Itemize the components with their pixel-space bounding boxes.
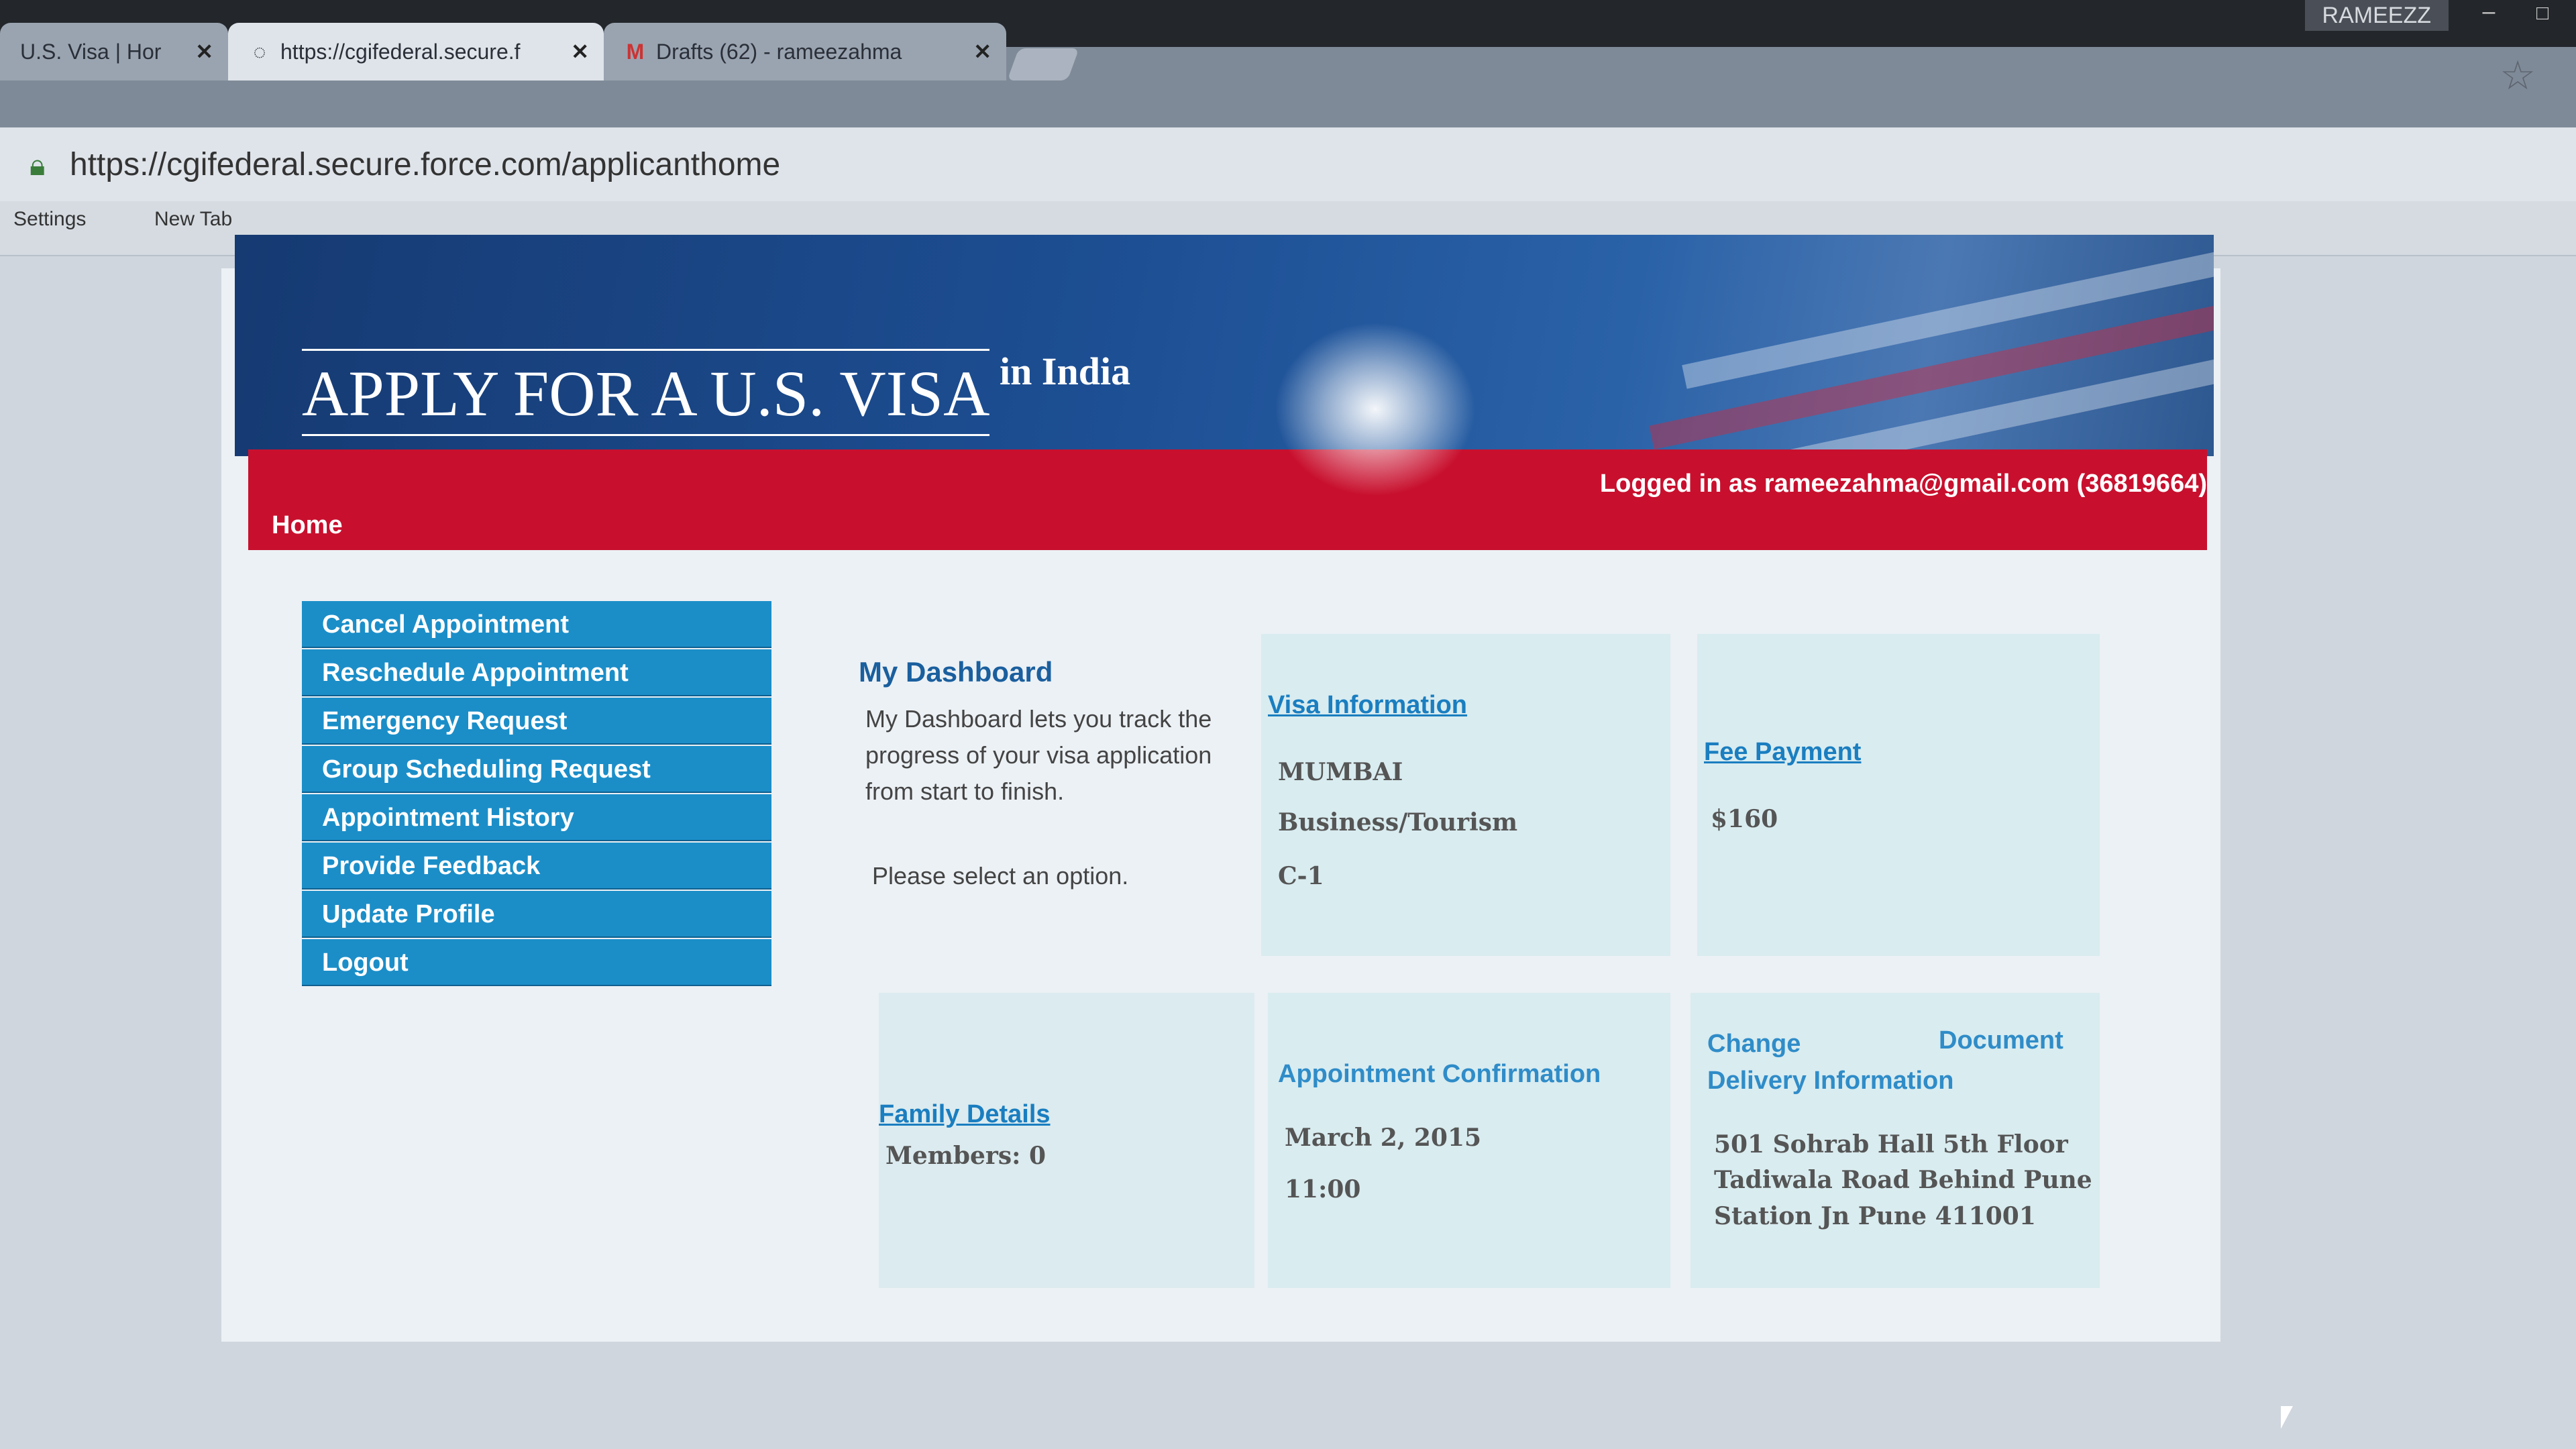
tab-cgifederal[interactable]: ◌ https://cgifederal.secure.f ✕	[228, 23, 604, 80]
fee-payment-panel	[1697, 634, 2100, 956]
bookmark-settings[interactable]: Settings	[13, 208, 86, 231]
minimize-icon[interactable]: –	[2469, 0, 2509, 27]
appointment-date: March 2, 2015	[1285, 1124, 1482, 1152]
dashboard-prompt: Please select an option.	[872, 862, 1129, 890]
menu-update-profile[interactable]: Update Profile	[302, 891, 771, 938]
menu-appointment-history[interactable]: Appointment History	[302, 794, 771, 841]
visa-type: Business/Tourism	[1278, 808, 1518, 837]
menu-group-scheduling-request[interactable]: Group Scheduling Request	[302, 746, 771, 793]
os-user-label: RAMEEZZ	[2304, 0, 2449, 31]
tab-label: Drafts (62) - rameezahma	[656, 40, 902, 64]
menu-emergency-request[interactable]: Emergency Request	[302, 698, 771, 745]
menu-cancel-appointment[interactable]: Cancel Appointment	[302, 601, 771, 648]
fee-amount: $160	[1711, 805, 1778, 833]
new-tab-button[interactable]	[1007, 48, 1079, 80]
tab-label: U.S. Visa | Hor	[20, 40, 162, 64]
menu-reschedule-appointment[interactable]: Reschedule Appointment	[302, 649, 771, 696]
delivery-address-line2: Tadiwala Road Behind Pune	[1714, 1166, 2092, 1194]
tab-gmail-drafts[interactable]: M Drafts (62) - rameezahma ✕	[604, 23, 1006, 80]
family-details-panel	[879, 993, 1254, 1288]
maximize-icon[interactable]: □	[2522, 0, 2563, 27]
close-tab-icon[interactable]: ✕	[571, 23, 589, 80]
gmail-icon: M	[626, 40, 645, 64]
family-details-link[interactable]: Family Details	[879, 1100, 1051, 1129]
url-field[interactable]: https://cgifederal.secure.force.com/appl…	[70, 146, 780, 183]
visa-city: MUMBAI	[1278, 758, 1403, 786]
family-members: Members: 0	[885, 1142, 1046, 1170]
page-subtitle: in India	[1000, 350, 1131, 393]
tab-us-visa[interactable]: U.S. Visa | Hor ✕	[0, 23, 228, 80]
delivery-address-line1: 501 Sohrab Hall 5th Floor	[1714, 1130, 2068, 1159]
bookmark-new-tab[interactable]: New Tab	[154, 208, 232, 231]
bookmark-star-icon[interactable]: ☆	[2500, 52, 2536, 99]
close-tab-icon[interactable]: ✕	[195, 23, 213, 80]
dashboard-description: My Dashboard lets you track the progress…	[865, 705, 1212, 805]
screen-glare	[1275, 322, 1476, 496]
close-tab-icon[interactable]: ✕	[973, 23, 991, 80]
loading-icon: ◌	[253, 40, 266, 64]
page-title: APPLY FOR A U.S. VISA	[302, 349, 990, 436]
delivery-heading-line2[interactable]: Delivery Information	[1707, 1067, 1953, 1095]
tab-label: https://cgifederal.secure.f	[280, 40, 521, 64]
fee-payment-link[interactable]: Fee Payment	[1704, 738, 1861, 767]
mouse-cursor-icon	[2281, 1406, 2293, 1429]
visa-class: C-1	[1278, 862, 1324, 890]
nav-home-link[interactable]: Home	[272, 511, 343, 540]
nav-bar	[248, 449, 2207, 550]
visa-information-panel	[1261, 634, 1670, 956]
appointment-confirmation-heading[interactable]: Appointment Confirmation	[1278, 1060, 1601, 1089]
dashboard-heading: My Dashboard	[859, 656, 1053, 688]
visa-information-link[interactable]: Visa Information	[1268, 691, 1467, 720]
lock-icon: 🔒︎	[30, 149, 46, 182]
delivery-address-line3: Station Jn Pune 411001	[1714, 1202, 2036, 1230]
logged-in-status: Logged in as rameezahma@gmail.com (36819…	[1599, 470, 2207, 498]
delivery-heading-change[interactable]: Change	[1707, 1030, 1801, 1059]
sidebar-menu: Cancel Appointment Reschedule Appointmen…	[302, 601, 771, 987]
delivery-heading-document[interactable]: Document	[1939, 1026, 2063, 1055]
menu-provide-feedback[interactable]: Provide Feedback	[302, 843, 771, 890]
menu-logout[interactable]: Logout	[302, 939, 771, 986]
appointment-time: 11:00	[1285, 1175, 1361, 1203]
